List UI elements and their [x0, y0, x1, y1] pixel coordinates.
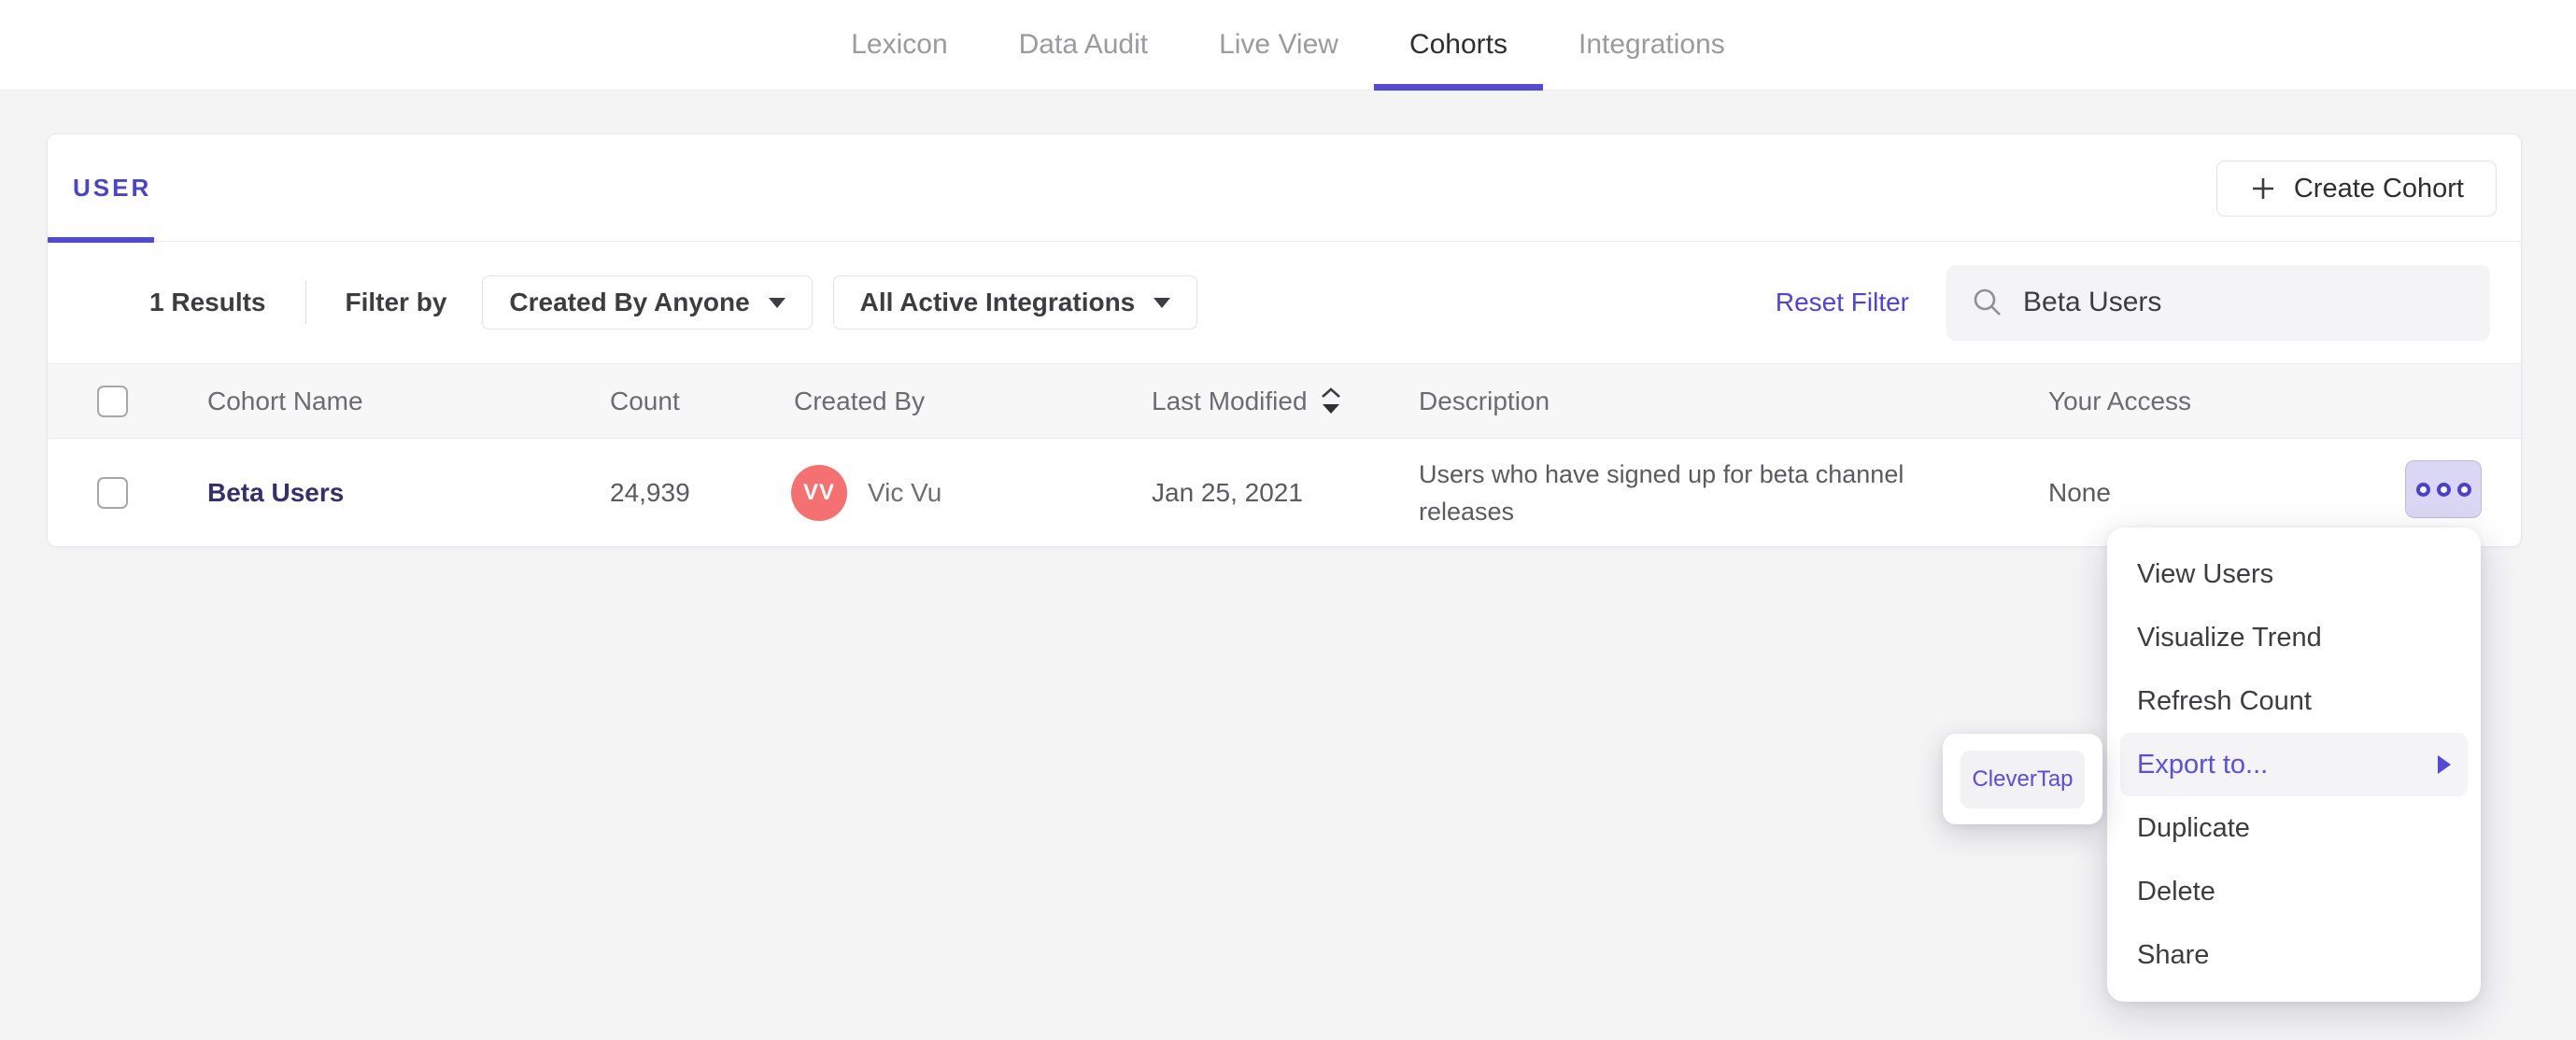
header-last-modified-sort[interactable]: Last Modified: [1152, 386, 1343, 417]
dots-icon: [2415, 482, 2430, 497]
dots-icon: [2436, 482, 2451, 497]
top-nav: Lexicon Data Audit Live View Cohorts Int…: [0, 0, 2576, 91]
reset-filter-link[interactable]: Reset Filter: [1776, 288, 1909, 317]
dots-icon: [2456, 482, 2471, 497]
cohort-name-link[interactable]: Beta Users: [207, 478, 344, 508]
nav-tab-live-view[interactable]: Live View: [1183, 0, 1374, 90]
search-icon: [1971, 286, 2004, 319]
header-last-modified-label: Last Modified: [1152, 386, 1308, 415]
created-by-cell: VV Vic Vu: [791, 465, 941, 521]
results-count: 1 Results: [149, 288, 266, 316]
header-your-access: Your Access: [2048, 386, 2192, 415]
integrations-dropdown[interactable]: All Active Integrations: [832, 275, 1198, 330]
submenu-arrow-icon: [2438, 755, 2451, 774]
sort-icon: [1319, 386, 1343, 417]
search-input[interactable]: Beta Users: [1946, 264, 2490, 341]
avatar: VV: [791, 465, 847, 521]
chevron-down-icon: [1154, 297, 1171, 308]
table-header: Cohort Name Count Created By Last Modifi…: [48, 363, 2521, 438]
nav-tab-lexicon[interactable]: Lexicon: [815, 0, 983, 90]
nav-tab-cohorts[interactable]: Cohorts: [1373, 0, 1544, 91]
row-actions-button[interactable]: [2405, 460, 2482, 518]
card-tabs-row: USER Create Cohort: [48, 134, 2521, 243]
menu-item-share[interactable]: Share: [2120, 923, 2468, 987]
integrations-dropdown-label: All Active Integrations: [859, 288, 1136, 316]
header-created-by: Created By: [794, 386, 926, 415]
nav-tab-integrations[interactable]: Integrations: [1543, 0, 1761, 90]
header-description: Description: [1419, 386, 1550, 415]
menu-item-view-users[interactable]: View Users: [2120, 542, 2468, 606]
select-all-checkbox[interactable]: [97, 385, 128, 417]
menu-item-visualize-trend[interactable]: Visualize Trend: [2120, 606, 2468, 669]
created-by-dropdown-label: Created By Anyone: [509, 288, 750, 316]
menu-item-duplicate[interactable]: Duplicate: [2120, 796, 2468, 860]
nav-tab-data-audit[interactable]: Data Audit: [984, 0, 1183, 90]
filter-row: 1 Results Filter by Created By Anyone Al…: [48, 242, 2521, 363]
cohorts-card: USER Create Cohort 1 Results Filter by C…: [47, 134, 2522, 547]
filter-by-label: Filter by: [345, 288, 447, 316]
tab-user[interactable]: USER: [73, 134, 151, 241]
create-cohort-label: Create Cohort: [2293, 173, 2464, 204]
menu-item-export-to-label: Export to...: [2137, 749, 2269, 780]
header-cohort-name: Cohort Name: [207, 386, 363, 415]
cohort-description: Users who have signed up for beta channe…: [1419, 460, 1904, 526]
chevron-down-icon: [768, 297, 786, 308]
menu-item-export-to[interactable]: Export to...: [2120, 733, 2468, 796]
created-by-dropdown[interactable]: Created By Anyone: [482, 275, 813, 330]
submenu-item-clevertap[interactable]: CleverTap: [1960, 750, 2085, 808]
cohort-count: 24,939: [610, 478, 690, 507]
create-cohort-button[interactable]: Create Cohort: [2215, 161, 2497, 217]
last-modified-value: Jan 25, 2021: [1152, 478, 1303, 507]
vertical-divider: [304, 281, 306, 324]
access-value: None: [2048, 478, 2111, 507]
menu-item-refresh-count[interactable]: Refresh Count: [2120, 669, 2468, 733]
plus-icon: [2249, 175, 2277, 203]
row-actions-menu: View Users Visualize Trend Refresh Count…: [2107, 527, 2481, 1002]
row-checkbox[interactable]: [97, 477, 128, 509]
created-by-name: Vic Vu: [868, 478, 942, 507]
export-submenu: CleverTap: [1943, 734, 2102, 824]
header-count: Count: [610, 386, 680, 415]
tab-user-active-underline: [48, 237, 154, 243]
menu-item-delete[interactable]: Delete: [2120, 860, 2468, 923]
search-value: Beta Users: [2023, 287, 2162, 317]
